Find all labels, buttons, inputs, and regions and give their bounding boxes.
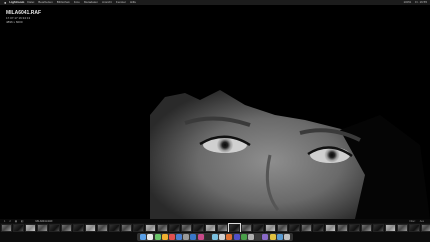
filmstrip-thumbnail[interactable] (193, 223, 204, 232)
filmstrip-thumbnail[interactable] (421, 223, 430, 232)
filmstrip-thumbnail[interactable] (73, 223, 84, 232)
filmstrip-thumbnail[interactable] (241, 223, 252, 232)
dock-app-icon[interactable] (269, 234, 276, 240)
dock-app-icon[interactable] (247, 234, 254, 240)
dock (0, 232, 430, 242)
filmstrip-thumbnail[interactable] (361, 223, 372, 232)
filmstrip-thumbnail[interactable] (325, 223, 336, 232)
filmstrip-thumbnail[interactable] (109, 223, 120, 232)
filmstrip-thumbnail[interactable] (217, 223, 228, 232)
filmstrip-thumbnail[interactable] (145, 223, 156, 232)
filmstrip-thumbnail[interactable] (25, 223, 36, 232)
filmstrip-thumbnail[interactable] (253, 223, 264, 232)
filmstrip-thumbnail[interactable] (61, 223, 72, 232)
dock-app-icon[interactable] (197, 234, 204, 240)
filmstrip-thumbnail[interactable] (121, 223, 132, 232)
filmstrip-thumbnail[interactable] (397, 223, 408, 232)
filmstrip-thumbnail[interactable] (265, 223, 276, 232)
filmstrip-thumbnail[interactable] (157, 223, 168, 232)
filmstrip-thumbnail[interactable] (409, 223, 420, 232)
dock-app-icon[interactable] (233, 234, 240, 240)
filmstrip-thumbnail[interactable] (1, 223, 12, 232)
filmstrip-thumbnail[interactable] (349, 223, 360, 232)
dock-app-icon[interactable] (204, 234, 211, 240)
filmstrip-thumbnail[interactable] (301, 223, 312, 232)
dock-app-icon[interactable] (219, 234, 226, 240)
dock-app-icon[interactable] (212, 234, 218, 240)
filmstrip-thumbnail[interactable] (85, 223, 96, 232)
filmstrip-thumbnail[interactable] (13, 223, 24, 232)
filmstrip-thumbnail[interactable] (277, 223, 288, 232)
dock-app-icon[interactable] (283, 234, 290, 240)
photo-dimensions: 4896 x 6000 (6, 20, 23, 24)
filmstrip-thumbnail[interactable] (385, 223, 396, 232)
dock-app-icon[interactable] (183, 234, 190, 240)
filmstrip-thumbnail[interactable] (181, 223, 192, 232)
filmstrip-thumbnail[interactable] (169, 223, 180, 232)
dock-app-icon[interactable] (255, 234, 262, 240)
photo-preview (0, 5, 430, 219)
filmstrip-thumbnail[interactable] (97, 223, 108, 232)
dock-app-icon[interactable] (190, 234, 197, 240)
dock-bar (136, 233, 294, 241)
filmstrip-thumbnail[interactable] (205, 223, 216, 232)
dock-app-icon[interactable] (226, 234, 233, 240)
dock-app-icon[interactable] (276, 234, 283, 240)
photo-info-overlay: MILA6041.RAF 17.07.17 16:34:13 4896 x 60… (6, 11, 41, 25)
filmstrip[interactable] (0, 223, 430, 232)
dock-app-icon[interactable] (240, 234, 247, 240)
loupe-view[interactable]: MILA6041.RAF 17.07.17 16:34:13 4896 x 60… (0, 5, 430, 219)
filmstrip-thumbnail[interactable] (289, 223, 300, 232)
dock-app-icon[interactable] (168, 234, 175, 240)
filmstrip-thumbnail[interactable] (337, 223, 348, 232)
filmstrip-thumbnail[interactable] (133, 223, 144, 232)
dock-app-icon[interactable] (176, 234, 183, 240)
dock-app-icon[interactable] (262, 234, 269, 240)
filmstrip-thumbnail[interactable] (373, 223, 384, 232)
filmstrip-thumbnail[interactable] (313, 223, 324, 232)
dock-app-icon[interactable] (140, 234, 147, 240)
filmstrip-thumbnail[interactable] (228, 223, 241, 232)
dock-app-icon[interactable] (154, 234, 161, 240)
filmstrip-thumbnail[interactable] (49, 223, 60, 232)
filmstrip-thumbnail[interactable] (37, 223, 48, 232)
dock-app-icon[interactable] (147, 234, 154, 240)
dock-app-icon[interactable] (161, 234, 168, 240)
